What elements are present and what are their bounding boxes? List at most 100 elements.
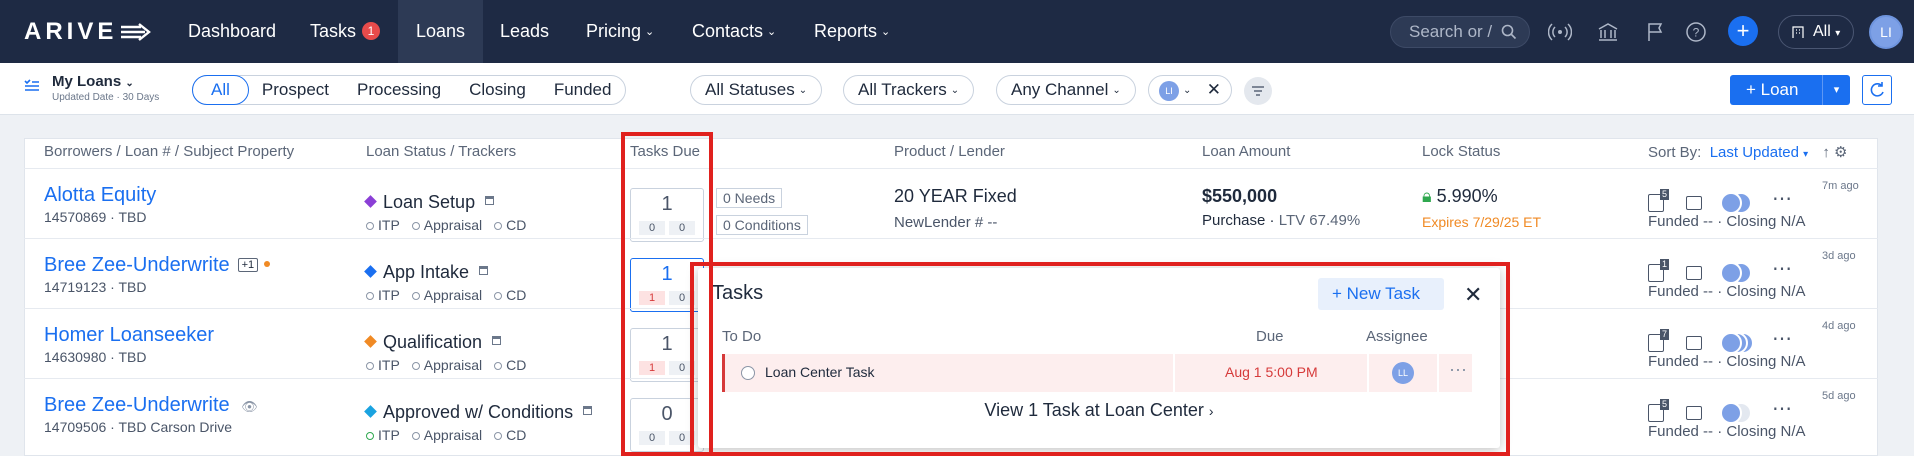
funded-closing: Funded -- · Closing N/A	[1648, 283, 1806, 300]
chat-icon[interactable]	[1686, 405, 1702, 420]
lock-expires: Expires 7/29/25 ET	[1422, 214, 1542, 230]
tasks-popover: Tasks + New Task ✕ To Do Due Assignee Lo…	[698, 268, 1500, 448]
loan-amount: $550,000	[1202, 186, 1278, 206]
nav-contacts[interactable]: Contacts ⌄	[674, 0, 794, 63]
team-avatars[interactable]	[1720, 331, 1754, 354]
view-subtitle: Updated Date · 30 Days	[52, 92, 160, 103]
statuses-filter[interactable]: All Statuses ⌄	[690, 75, 823, 105]
loan-purpose: Purchase · LTV 67.49%	[1202, 212, 1361, 229]
tasks-due-box[interactable]: 1 0 0	[630, 188, 704, 242]
row-actions: 5 ⋯	[1648, 186, 1793, 214]
tasks-due-box[interactable]: 1 1 0	[630, 258, 704, 312]
all-scope-select[interactable]: All ▾	[1778, 15, 1854, 49]
segment-closing[interactable]: Closing	[455, 76, 540, 104]
eye-icon: 👁︎	[241, 399, 258, 414]
chat-icon[interactable]	[1686, 195, 1702, 210]
task-complete-checkbox[interactable]	[741, 366, 755, 380]
col-status[interactable]: Loan Status / Trackers	[366, 143, 516, 160]
new-task-button[interactable]: + New Task	[1318, 278, 1444, 310]
top-navigation: ARIVE Dashboard Tasks 1 Loans Leads Prici…	[0, 0, 1914, 63]
documents-icon[interactable]: 1	[1648, 258, 1669, 282]
view-title: My Loans	[52, 73, 122, 90]
nav-reports[interactable]: Reports ⌄	[796, 0, 908, 63]
refresh-button[interactable]	[1862, 75, 1892, 105]
updated-ago: 3d ago	[1822, 250, 1856, 262]
alert-dot	[264, 261, 271, 267]
needs-badge[interactable]: 0 Needs	[716, 188, 783, 208]
task-row[interactable]: Loan Center Task Aug 1 5:00 PM LL ⋯	[722, 354, 1472, 392]
user-avatar[interactable]: LI	[1869, 15, 1903, 49]
borrower-name[interactable]: Bree Zee-Underwrite 👁︎	[44, 394, 258, 417]
team-avatars[interactable]	[1720, 261, 1754, 284]
more-icon[interactable]: ⋯	[1772, 186, 1793, 211]
chevron-down-icon: ⌄	[881, 25, 891, 38]
sort-control[interactable]: Sort By: Last Updated ▾ ↑ ⚙	[1648, 143, 1847, 161]
borrower-name[interactable]: Alotta Equity	[44, 184, 156, 207]
trackers: ITP Appraisal CD	[366, 427, 538, 443]
more-icon[interactable]: ⋯	[1772, 256, 1793, 281]
nav-loans[interactable]: Loans	[398, 0, 484, 63]
col-tasks[interactable]: Tasks Due	[630, 143, 700, 160]
channel-filter[interactable]: Any Channel ⌄	[996, 75, 1136, 105]
more-icon[interactable]: ⋯	[1449, 360, 1467, 381]
calendar-icon	[485, 196, 495, 205]
borrower-name[interactable]: Homer Loanseeker	[44, 324, 214, 347]
assignee-avatar[interactable]: LL	[1392, 362, 1414, 384]
segment-all[interactable]: All	[192, 75, 249, 105]
segment-prospect[interactable]: Prospect	[248, 76, 343, 104]
filter-bar: My Loans ⌄ Updated Date · 30 Days All Pr…	[0, 63, 1914, 115]
arive-logo[interactable]: ARIVE	[24, 18, 153, 46]
nav-tasks[interactable]: Tasks 1	[292, 0, 398, 63]
broadcast-icon[interactable]	[1548, 20, 1572, 44]
tasks-due-box[interactable]: 1 1 0	[630, 328, 704, 382]
task-name[interactable]: Loan Center Task	[765, 364, 874, 380]
loan-status: Loan Setup	[364, 192, 495, 213]
chevron-down-icon: ⌄	[767, 25, 777, 38]
nav-dashboard[interactable]: Dashboard	[170, 0, 294, 63]
loan-status: Approved w/ Conditions	[364, 402, 593, 423]
bank-icon[interactable]	[1596, 20, 1620, 44]
documents-icon[interactable]: 5	[1648, 188, 1669, 212]
trackers-filter[interactable]: All Trackers ⌄	[843, 75, 975, 105]
segment-processing[interactable]: Processing	[343, 76, 455, 104]
borrower-name[interactable]: Bree Zee-Underwrite +1	[44, 254, 271, 277]
quick-add-button[interactable]: +	[1728, 16, 1758, 46]
co-borrower-badge: +1	[237, 258, 259, 272]
loan-number: 14570869 · TBD	[44, 209, 147, 225]
view-tasks-link[interactable]: View 1 Task at Loan Center ›	[698, 400, 1500, 421]
documents-icon[interactable]: 5	[1648, 398, 1669, 422]
user-filter-chip[interactable]: LI ⌄ ✕	[1148, 75, 1232, 105]
col-assignee: Assignee	[1366, 328, 1428, 345]
tasks-due-box[interactable]: 0 0 0	[630, 398, 704, 452]
filter-icon	[1252, 86, 1264, 96]
clear-icon: ✕	[1206, 80, 1221, 99]
logo-text: ARIVE	[24, 18, 118, 45]
status-diamond-icon	[364, 405, 377, 418]
updated-ago: 5d ago	[1822, 390, 1856, 402]
close-icon[interactable]: ✕	[1464, 282, 1482, 308]
col-amount[interactable]: Loan Amount	[1202, 143, 1290, 160]
chevron-right-icon: ›	[1208, 403, 1214, 419]
chat-icon[interactable]	[1686, 265, 1702, 280]
chat-icon[interactable]	[1686, 335, 1702, 350]
documents-icon[interactable]: 7	[1648, 328, 1669, 352]
advanced-filter-button[interactable]	[1244, 77, 1272, 105]
team-avatars[interactable]	[1720, 191, 1754, 214]
nav-leads[interactable]: Leads	[482, 0, 567, 63]
conditions-badge[interactable]: 0 Conditions	[716, 215, 808, 235]
flag-icon[interactable]	[1644, 20, 1668, 44]
help-icon[interactable]: ?	[1684, 20, 1708, 44]
loan-number: 14630980 · TBD	[44, 349, 147, 365]
new-loan-button[interactable]: + Loan ▾	[1730, 75, 1850, 105]
col-borrowers[interactable]: Borrowers / Loan # / Subject Property	[44, 143, 294, 160]
nav-pricing[interactable]: Pricing ⌄	[568, 0, 672, 63]
col-product[interactable]: Product / Lender	[894, 143, 1005, 160]
search-input[interactable]: Search or /	[1390, 16, 1530, 48]
loan-status: Qualification	[364, 332, 502, 353]
more-icon[interactable]: ⋯	[1772, 326, 1793, 351]
team-avatars[interactable]	[1720, 401, 1754, 424]
segment-funded[interactable]: Funded	[540, 76, 626, 104]
trackers: ITP Appraisal CD	[366, 357, 538, 373]
col-lock[interactable]: Lock Status	[1422, 143, 1500, 160]
more-icon[interactable]: ⋯	[1772, 396, 1793, 421]
